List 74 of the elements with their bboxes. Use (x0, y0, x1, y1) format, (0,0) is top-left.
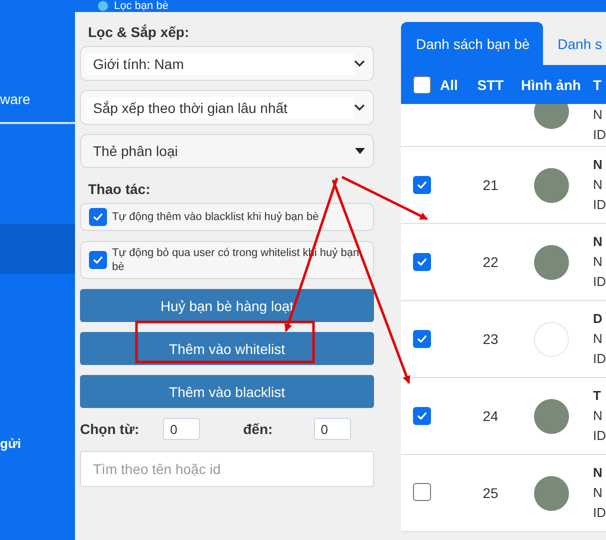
table-cell-text: N (593, 234, 604, 250)
table-cell-text: N (593, 465, 604, 481)
caret-down-icon (355, 148, 365, 154)
check-icon (416, 333, 428, 345)
check-icon (416, 256, 428, 268)
check-icon (416, 179, 428, 191)
checkbox[interactable] (89, 208, 107, 226)
action-button[interactable]: Thêm vào blacklist (80, 375, 374, 408)
table-cell-text: 24 (482, 408, 500, 424)
table-row[interactable]: 25 N N ID (401, 455, 606, 532)
check-icon (92, 254, 104, 266)
window-title: Lọc bạn bè (114, 0, 168, 12)
table-row[interactable]: N ID (401, 104, 606, 147)
avatar-photo (534, 168, 568, 202)
sidebar-item[interactable]: gửi (0, 420, 75, 466)
table-cell-text: N (593, 331, 604, 347)
select-field[interactable]: Giới tính: Nam (80, 46, 374, 81)
chevron-down-icon (354, 104, 365, 111)
table-row[interactable]: 23 D N ID (401, 301, 606, 378)
table-cell: ID (593, 197, 606, 213)
table-cell-text: 22 (482, 254, 500, 270)
avatar-photo (534, 398, 568, 434)
table-cell: ID (593, 428, 606, 444)
range-label: Chọn từ: (80, 421, 140, 437)
check-icon (92, 211, 104, 223)
avatar-photo (534, 244, 568, 280)
table-cell: ID (593, 127, 606, 143)
number-field[interactable]: 0 (314, 418, 351, 440)
column-header: Hình ảnh (520, 76, 582, 92)
range-label: đến: (243, 421, 273, 437)
table-cell-text: N (593, 177, 604, 193)
table-cell: ID (593, 351, 606, 367)
option-label: Tự động thêm vào blacklist khi huỷ bạn bè (112, 210, 319, 224)
table-cell-text: T (593, 388, 602, 404)
tab[interactable]: Danh s (542, 22, 606, 65)
app-icon (98, 1, 108, 11)
action-button[interactable]: Huỷ bạn bè hàng loạt (80, 289, 374, 322)
search-field[interactable]: Tìm theo tên hoặc id (80, 451, 374, 487)
number-field[interactable]: 0 (163, 418, 200, 440)
select-all-checkbox[interactable] (413, 76, 431, 94)
chevron-down-icon (354, 60, 365, 67)
table-row[interactable]: 22 N N ID (401, 224, 606, 301)
table-row[interactable]: 21 N N ID (401, 147, 606, 224)
checkbox[interactable] (89, 251, 107, 269)
table-cell-text: N (593, 254, 604, 270)
table-cell-text: 23 (482, 331, 500, 347)
checkbox[interactable] (413, 253, 431, 271)
checkbox[interactable] (413, 407, 431, 425)
avatar-photo (534, 104, 568, 128)
table-cell: ID (593, 274, 606, 290)
table-cell-text: N (593, 485, 604, 501)
table-cell-text: N (593, 157, 604, 173)
tag-dropdown[interactable]: Thẻ phân loại (80, 134, 374, 168)
table-cell-text: 21 (482, 177, 500, 193)
action-button[interactable]: Thêm vào whitelist (80, 332, 374, 365)
column-header: All (440, 76, 459, 92)
table-cell: ID (593, 505, 606, 521)
table-cell-text: N (593, 408, 604, 424)
table-cell-text: N (593, 107, 604, 123)
table-row[interactable]: 24 T N ID (401, 378, 606, 455)
avatar-photo (534, 476, 568, 510)
column-header: STT (476, 76, 505, 92)
table-cell-text: 25 (482, 485, 500, 501)
select-field[interactable]: Sắp xếp theo thời gian lâu nhất (80, 90, 374, 125)
tab[interactable]: Danh sách bạn bè (401, 22, 543, 65)
checkbox[interactable] (413, 482, 431, 500)
logo-placeholder (534, 322, 568, 356)
checkbox[interactable] (413, 330, 431, 348)
column-header: T (592, 76, 602, 92)
table-cell-text: D (593, 311, 604, 327)
section-heading: Thao tác: (87, 180, 152, 199)
checkbox[interactable] (413, 176, 431, 194)
section-heading: Lọc & Sắp xếp: (87, 23, 190, 42)
check-icon (416, 410, 428, 422)
